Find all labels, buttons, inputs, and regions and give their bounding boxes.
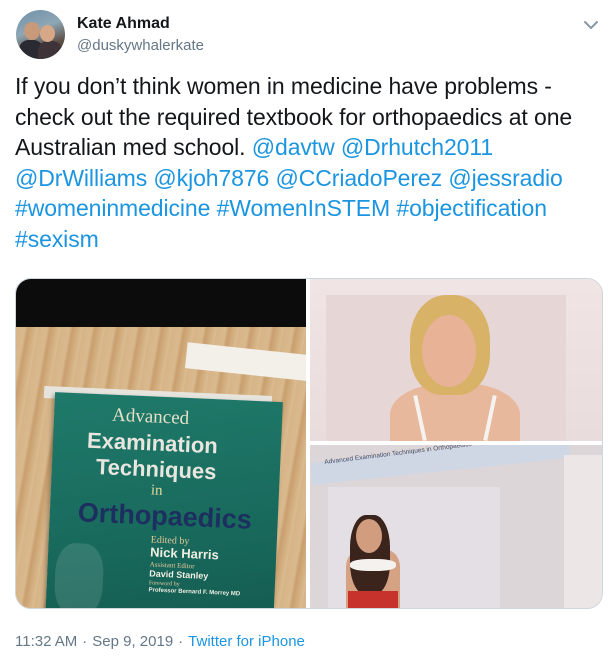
book-title-in: in: [150, 482, 163, 499]
textbook-page-photo-1[interactable]: [310, 279, 602, 441]
separator: ·: [178, 633, 184, 650]
book-foreword: Professor Bernard F. Morrey MD: [148, 587, 241, 598]
hashtag-sexism[interactable]: #sexism: [15, 226, 99, 252]
tweet-date[interactable]: Sep 9, 2019: [92, 633, 173, 650]
textbook-page-photo-2[interactable]: Advanced Examination Techniques in Ortho…: [310, 445, 602, 608]
mention-ccriadoperez[interactable]: @CCriadoPerez: [276, 165, 443, 191]
mention-drwilliams[interactable]: @DrWilliams: [15, 165, 147, 191]
chevron-down-icon[interactable]: [583, 17, 599, 33]
book-title-advanced: Advanced: [111, 404, 190, 429]
tweet-source[interactable]: Twitter for iPhone: [188, 633, 305, 650]
book-title-techniques: Techniques: [95, 453, 217, 485]
mention-kjoh7876[interactable]: @kjoh7876: [153, 165, 269, 191]
media-grid: Advanced Examination Techniques in Ortho…: [15, 278, 603, 609]
tweet-metadata: 11:32 AM · Sep 9, 2019 · Twitter for iPhone: [15, 633, 305, 650]
separator: ·: [82, 633, 88, 650]
hashtag-womeninstem[interactable]: #WomenInSTEM: [217, 195, 391, 221]
mention-drhutch2011[interactable]: @Drhutch2011: [341, 134, 493, 160]
book-editor: Nick Harris: [149, 544, 220, 563]
book-cover-photo[interactable]: Advanced Examination Techniques in Ortho…: [16, 279, 306, 608]
avatar[interactable]: [16, 10, 65, 59]
book-assistant: David Stanley: [149, 568, 209, 581]
hashtag-objectification[interactable]: #objectification: [396, 195, 547, 221]
mention-jessradio[interactable]: @jessradio: [448, 165, 563, 191]
tweet: Kate Ahmad @duskywhalerkate If you don’t…: [0, 0, 615, 666]
book-cover: Advanced Examination Techniques in Ortho…: [45, 392, 283, 608]
book-title-orthopaedics: Orthopaedics: [77, 497, 253, 535]
author-name[interactable]: Kate Ahmad: [77, 15, 170, 33]
hashtag-womeninmedicine[interactable]: #womeninmedicine: [15, 195, 210, 221]
mention-davtw[interactable]: @davtw: [252, 134, 335, 160]
tweet-time[interactable]: 11:32 AM: [15, 633, 77, 650]
author-handle[interactable]: @duskywhalerkate: [77, 37, 204, 54]
tweet-text: If you don’t think women in medicine hav…: [15, 71, 605, 254]
